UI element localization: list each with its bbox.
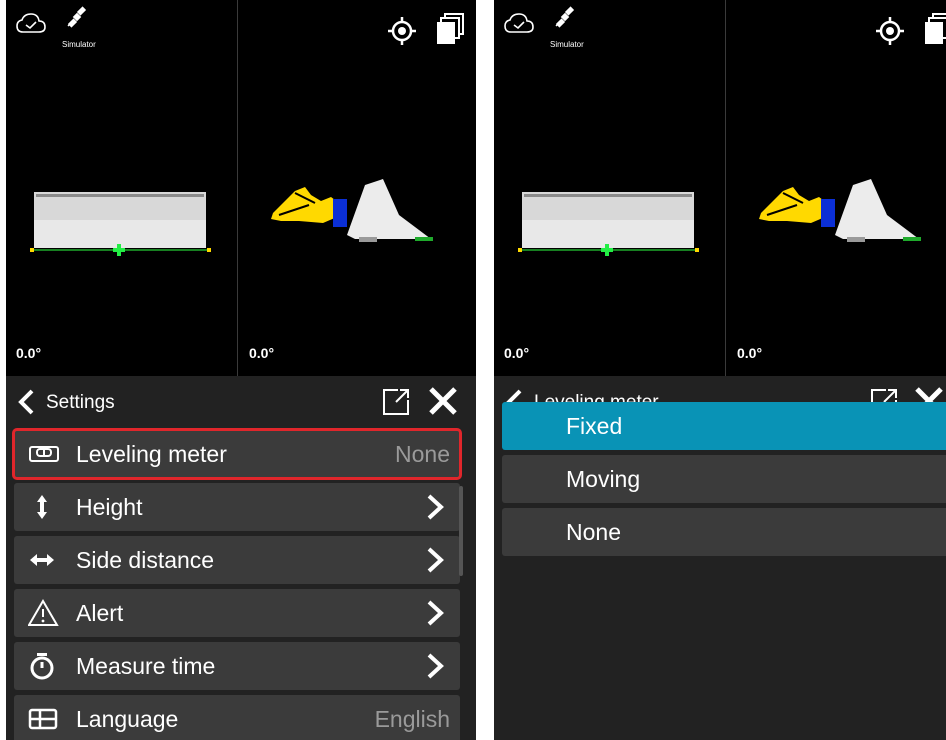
panel-title: Settings <box>46 392 115 413</box>
option-label: None <box>566 519 621 545</box>
settings-screen: Simulator 0.0° 0.0° Settings Leveling me… <box>6 0 476 740</box>
chevron-right-icon <box>427 547 444 573</box>
gps-target-icon[interactable] <box>387 16 417 46</box>
leveling-meter-icon <box>29 446 59 462</box>
cloud-sync-icon[interactable] <box>16 12 46 36</box>
bucket-front-view <box>518 192 699 256</box>
front-angle-readout: 0.0° <box>504 345 530 361</box>
menu-item-language[interactable]: Language English <box>14 695 460 740</box>
satellite-icon <box>555 6 575 28</box>
side-view-pane: 0.0° <box>239 0 476 376</box>
side-distance-arrows-icon <box>30 554 54 566</box>
settings-panel: Settings Leveling meter None Height Side… <box>6 376 476 740</box>
bucket-front-view <box>30 192 211 256</box>
close-icon[interactable] <box>428 386 458 416</box>
menu-item-measure-time[interactable]: Measure time <box>14 642 460 690</box>
front-angle-readout: 0.0° <box>16 345 42 361</box>
option-label: Moving <box>566 466 641 492</box>
chevron-right-icon <box>427 494 444 520</box>
side-angle-readout: 0.0° <box>249 345 275 361</box>
option-fixed[interactable]: Fixed <box>502 402 946 450</box>
leveling-meter-options: Fixed Moving None <box>502 402 946 561</box>
option-label: Fixed <box>566 413 623 439</box>
panel-header: Settings <box>6 376 476 426</box>
option-moving[interactable]: Moving <box>502 455 946 503</box>
chevron-right-icon <box>427 653 444 679</box>
back-chevron-icon[interactable] <box>14 388 38 416</box>
excavator-side-view <box>271 179 433 242</box>
side-angle-readout: 0.0° <box>737 345 763 361</box>
menu-item-label: Alert <box>76 600 124 626</box>
simulator-label: Simulator <box>550 40 584 49</box>
chevron-right-icon <box>427 600 444 626</box>
settings-list: Leveling meter None Height Side distance… <box>12 428 462 740</box>
satellite-icon <box>67 6 87 28</box>
menu-item-height[interactable]: Height <box>14 483 460 531</box>
menu-item-alert[interactable]: Alert <box>14 589 460 637</box>
popout-icon[interactable] <box>380 386 412 418</box>
front-view-pane: Simulator 0.0° <box>494 0 726 376</box>
language-grid-icon <box>28 708 58 730</box>
menu-item-label: Leveling meter <box>76 441 227 467</box>
menu-item-label: Measure time <box>76 653 216 679</box>
gps-target-icon[interactable] <box>875 16 905 46</box>
menu-item-value: English <box>374 706 450 732</box>
menu-item-leveling-meter[interactable]: Leveling meter None <box>12 428 462 480</box>
front-view-pane: Simulator 0.0° <box>6 0 238 376</box>
side-view-pane: 0.0° <box>727 0 946 376</box>
menu-item-side-distance[interactable]: Side distance <box>14 536 460 584</box>
scrollbar[interactable] <box>459 486 463 576</box>
stopwatch-icon <box>30 653 54 680</box>
leveling-meter-screen: Simulator 0.0° 0.0° Fixed Moving None <box>494 0 946 740</box>
menu-item-label: Height <box>76 494 143 520</box>
menu-item-label: Side distance <box>76 547 215 573</box>
menu-item-value: None <box>395 441 450 467</box>
simulator-label: Simulator <box>62 40 96 49</box>
layers-icon[interactable] <box>923 12 946 46</box>
leveling-meter-panel: Leveling meter Fixed Moving None <box>494 376 946 740</box>
option-none[interactable]: None <box>502 508 946 556</box>
menu-item-label: Language <box>76 706 179 732</box>
excavator-side-view <box>759 179 921 242</box>
height-arrows-icon <box>37 495 47 519</box>
alert-triangle-icon <box>28 599 59 626</box>
cloud-sync-icon[interactable] <box>504 12 534 36</box>
layers-icon[interactable] <box>435 12 465 46</box>
